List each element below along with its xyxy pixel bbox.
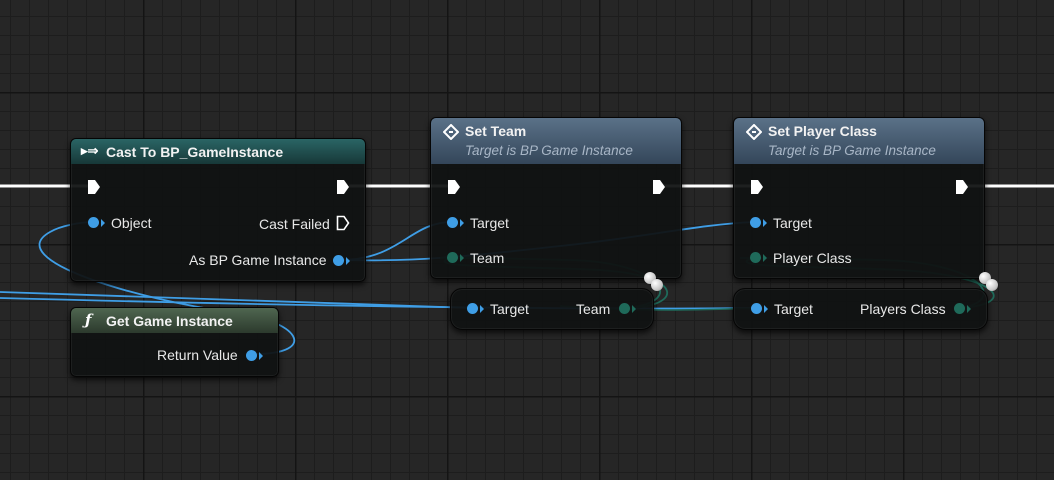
as-bp-game-instance-label: As BP Game Instance xyxy=(189,252,327,268)
set-variable-icon xyxy=(746,124,762,140)
target-pin-arrow xyxy=(763,219,767,227)
player-class-label: Player Class xyxy=(773,250,852,266)
exec-out-pin[interactable] xyxy=(955,179,969,195)
set-variable-icon xyxy=(443,124,459,140)
exec-out-pin[interactable] xyxy=(336,179,350,195)
player-class-pin[interactable] xyxy=(750,252,761,263)
target-pin[interactable] xyxy=(447,217,458,228)
set-team-options-knob-2[interactable] xyxy=(651,279,663,291)
exec-out-pin[interactable] xyxy=(652,179,666,195)
get-team-node[interactable]: Target Team xyxy=(450,288,654,330)
team-output-pin[interactable] xyxy=(619,303,630,314)
target-pin[interactable] xyxy=(751,303,762,314)
exec-in-pin[interactable] xyxy=(87,179,101,195)
cast-failed-pin[interactable] xyxy=(336,215,350,231)
team-output-label: Team xyxy=(576,301,611,317)
set-player-class-header[interactable]: Set Player Class Target is BP Game Insta… xyxy=(734,118,984,164)
object-pin-label: Object xyxy=(111,215,152,231)
team-pin-arrow xyxy=(460,254,464,262)
set-team-subtitle: Target is BP Game Instance xyxy=(465,143,633,158)
player-class-pin-arrow xyxy=(763,254,767,262)
get-game-instance-node[interactable]: ƒ Get Game Instance Return Value xyxy=(70,307,279,377)
team-output-arrow xyxy=(632,305,636,313)
target-pin[interactable] xyxy=(750,217,761,228)
cast-to-header[interactable]: ▸⇒ Cast To BP_GameInstance xyxy=(71,139,365,164)
get-game-instance-title: Get Game Instance xyxy=(106,313,233,329)
set-team-node[interactable]: Set Team Target is BP Game Instance Targ… xyxy=(430,117,682,279)
target-label: Target xyxy=(773,215,812,231)
cast-to-title: Cast To BP_GameInstance xyxy=(106,144,284,160)
object-pin-arrow xyxy=(101,219,105,227)
return-value-label: Return Value xyxy=(157,347,238,363)
set-player-class-options-knob-2[interactable] xyxy=(986,279,998,291)
exec-in-pin[interactable] xyxy=(447,179,461,195)
target-label: Target xyxy=(490,301,529,317)
cast-icon: ▸⇒ xyxy=(81,143,99,158)
cast-failed-label: Cast Failed xyxy=(259,216,330,232)
set-player-class-title: Set Player Class xyxy=(768,123,877,139)
set-player-class-subtitle: Target is BP Game Instance xyxy=(768,143,936,158)
exec-in-pin[interactable] xyxy=(750,179,764,195)
target-label: Target xyxy=(774,301,813,317)
players-class-output-arrow xyxy=(967,305,971,313)
set-team-title: Set Team xyxy=(465,123,527,139)
set-team-header[interactable]: Set Team Target is BP Game Instance xyxy=(431,118,681,164)
as-bp-game-instance-arrow xyxy=(346,257,350,265)
object-pin[interactable] xyxy=(88,217,99,228)
target-pin-arrow xyxy=(480,305,484,313)
get-players-class-node[interactable]: Target Players Class xyxy=(733,288,988,330)
get-game-instance-header[interactable]: ƒ Get Game Instance xyxy=(71,308,278,333)
return-value-arrow xyxy=(259,352,263,360)
target-pin-arrow xyxy=(460,219,464,227)
set-player-class-node[interactable]: Set Player Class Target is BP Game Insta… xyxy=(733,117,985,279)
cast-to-node[interactable]: ▸⇒ Cast To BP_GameInstance Object Cast F… xyxy=(70,138,366,282)
target-label: Target xyxy=(470,215,509,231)
team-pin[interactable] xyxy=(447,252,458,263)
team-label: Team xyxy=(470,250,505,266)
function-icon: ƒ xyxy=(85,311,92,329)
target-pin[interactable] xyxy=(467,303,478,314)
players-class-output-label: Players Class xyxy=(860,301,946,317)
target-pin-arrow xyxy=(764,305,768,313)
players-class-output-pin[interactable] xyxy=(954,303,965,314)
return-value-pin[interactable] xyxy=(246,350,257,361)
as-bp-game-instance-pin[interactable] xyxy=(333,255,344,266)
